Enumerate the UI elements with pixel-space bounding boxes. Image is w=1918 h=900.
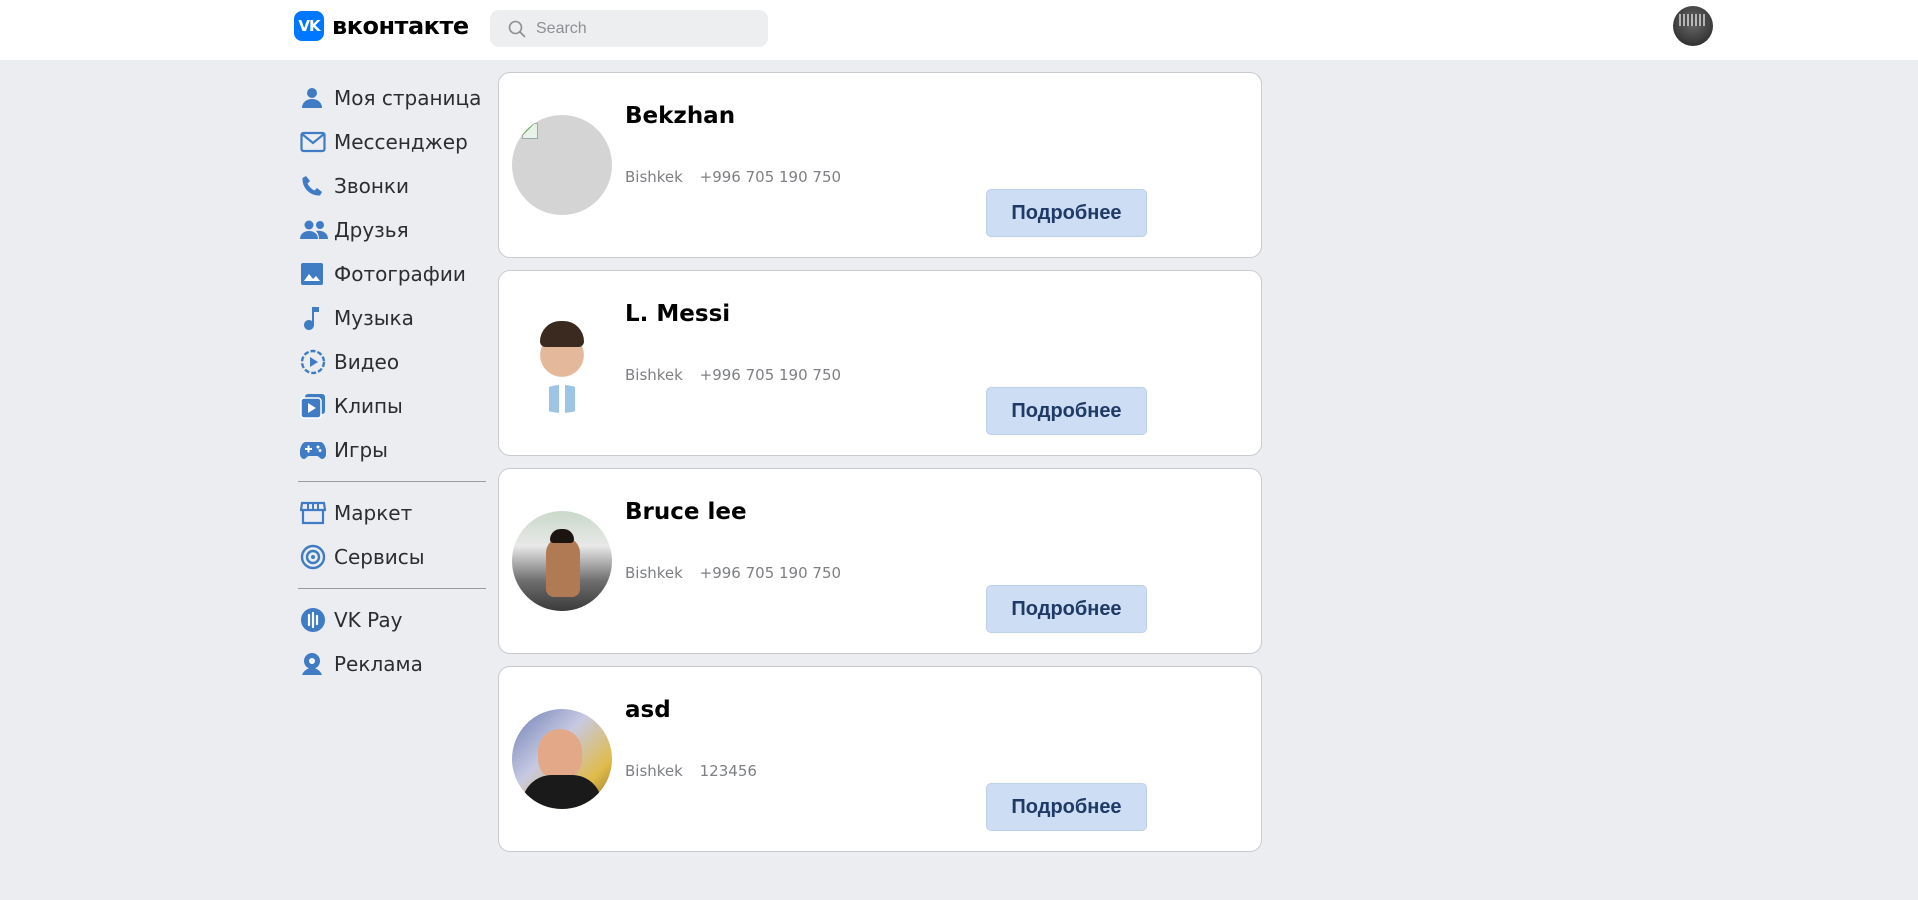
sidebar-item-my-page[interactable]: Моя страница bbox=[298, 76, 488, 120]
contact-card: asd Bishkek 123456 Подробнее bbox=[498, 666, 1262, 852]
contact-city: Bishkek bbox=[625, 366, 683, 384]
mail-icon bbox=[300, 127, 330, 157]
sidebar-item-games[interactable]: Игры bbox=[298, 428, 488, 472]
contact-phone: +996 705 190 750 bbox=[699, 366, 842, 384]
profile-avatar[interactable] bbox=[1673, 6, 1713, 46]
vk-logo-mark: VK bbox=[294, 11, 324, 41]
contact-card: Bekzhan Bishkek +996 705 190 750 Подробн… bbox=[498, 72, 1262, 258]
contact-phone: +996 705 190 750 bbox=[699, 564, 842, 582]
market-icon bbox=[300, 498, 330, 528]
sidebar-divider bbox=[298, 481, 486, 482]
contact-name: L. Messi bbox=[625, 301, 731, 327]
sidebar-item-label: Моя страница bbox=[334, 86, 482, 110]
contact-card: L. Messi Bishkek +996 705 190 750 Подроб… bbox=[498, 270, 1262, 456]
search-input[interactable] bbox=[536, 19, 756, 38]
sidebar-item-label: Музыка bbox=[334, 306, 414, 330]
details-button[interactable]: Подробнее bbox=[986, 189, 1147, 237]
sidebar-item-label: Видео bbox=[334, 350, 400, 374]
details-button[interactable]: Подробнее bbox=[986, 783, 1147, 831]
search-icon bbox=[508, 20, 526, 37]
sidebar-item-video[interactable]: Видео bbox=[298, 340, 488, 384]
contact-avatar bbox=[512, 511, 612, 611]
sidebar-item-label: Фотографии bbox=[334, 262, 466, 286]
video-icon bbox=[300, 347, 330, 377]
sidebar-item-label: Мессенджер bbox=[334, 130, 468, 154]
contact-meta: Bishkek +996 705 190 750 bbox=[625, 168, 841, 186]
contact-phone: +996 705 190 750 bbox=[699, 168, 842, 186]
sidebar-item-label: VK Pay bbox=[334, 608, 403, 632]
sidebar-item-music[interactable]: Музыка bbox=[298, 296, 488, 340]
sidebar-item-calls[interactable]: Звонки bbox=[298, 164, 488, 208]
sidebar-item-clips[interactable]: Клипы bbox=[298, 384, 488, 428]
sidebar-item-vk-pay[interactable]: VK Pay bbox=[298, 598, 488, 642]
clips-icon bbox=[300, 391, 330, 421]
details-button[interactable]: Подробнее bbox=[986, 585, 1147, 633]
sidebar-item-ads[interactable]: Реклама bbox=[298, 642, 488, 686]
sidebar-item-messenger[interactable]: Мессенджер bbox=[298, 120, 488, 164]
phone-icon bbox=[300, 171, 330, 201]
contact-meta: Bishkek 123456 bbox=[625, 762, 757, 780]
contact-avatar bbox=[512, 115, 612, 215]
contact-name: Bekzhan bbox=[625, 103, 736, 129]
music-icon bbox=[300, 303, 330, 333]
sidebar-item-label: Реклама bbox=[334, 652, 423, 676]
contact-avatar bbox=[512, 709, 612, 809]
contact-name: Bruce lee bbox=[625, 499, 747, 525]
sidebar-item-label: Звонки bbox=[334, 174, 409, 198]
contact-city: Bishkek bbox=[625, 564, 683, 582]
top-header: VK вконтакте bbox=[0, 0, 1918, 60]
contact-phone: 123456 bbox=[699, 762, 757, 780]
sidebar-item-friends[interactable]: Друзья bbox=[298, 208, 488, 252]
contact-name: asd bbox=[625, 697, 671, 723]
sidebar-nav: Моя страница Мессенджер Звонки Друзья Фо… bbox=[298, 76, 488, 686]
sidebar-item-label: Сервисы bbox=[334, 545, 425, 569]
ads-icon bbox=[300, 649, 330, 679]
sidebar-item-services[interactable]: Сервисы bbox=[298, 535, 488, 579]
vk-logo-text: вконтакте bbox=[332, 12, 469, 40]
sidebar-item-market[interactable]: Маркет bbox=[298, 491, 488, 535]
contact-avatar bbox=[512, 313, 612, 413]
contact-city: Bishkek bbox=[625, 168, 683, 186]
details-button[interactable]: Подробнее bbox=[986, 387, 1147, 435]
contact-meta: Bishkek +996 705 190 750 bbox=[625, 564, 841, 582]
friends-icon bbox=[300, 215, 330, 245]
contact-city: Bishkek bbox=[625, 762, 683, 780]
contact-card: Bruce lee Bishkek +996 705 190 750 Подро… bbox=[498, 468, 1262, 654]
vkpay-icon bbox=[300, 605, 330, 635]
sidebar-item-label: Игры bbox=[334, 438, 388, 462]
user-icon bbox=[300, 83, 330, 113]
search-box[interactable] bbox=[490, 10, 768, 47]
vk-logo[interactable]: VK вконтакте bbox=[294, 11, 469, 41]
gamepad-icon bbox=[300, 435, 330, 465]
sidebar-divider bbox=[298, 588, 486, 589]
services-icon bbox=[300, 542, 330, 572]
sidebar-item-photos[interactable]: Фотографии bbox=[298, 252, 488, 296]
photo-icon bbox=[300, 259, 330, 289]
sidebar-item-label: Друзья bbox=[334, 218, 409, 242]
contact-meta: Bishkek +996 705 190 750 bbox=[625, 366, 841, 384]
sidebar-item-label: Клипы bbox=[334, 394, 403, 418]
sidebar-item-label: Маркет bbox=[334, 501, 413, 525]
